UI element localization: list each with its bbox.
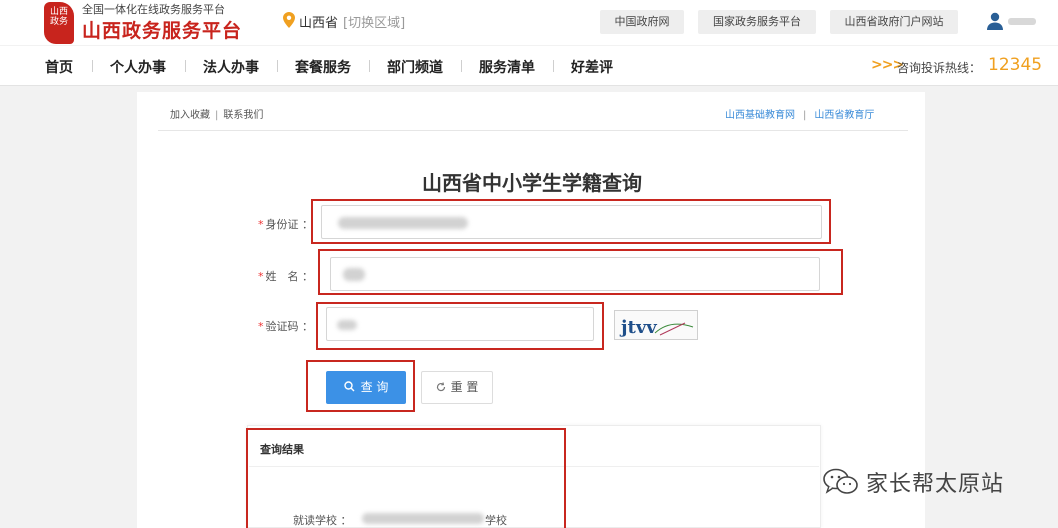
captcha-text: jtvv (619, 317, 657, 338)
subbar-separator: | (803, 110, 807, 121)
highlight-box (318, 249, 843, 295)
subbar-left-links: 加入收藏 | 联系我们 (170, 106, 263, 121)
nav-home[interactable]: 首页 (45, 57, 73, 77)
nav-divider (92, 60, 93, 72)
highlight-box (311, 199, 831, 244)
link-national-service[interactable]: 国家政务服务平台 (698, 10, 816, 34)
refresh-icon (436, 382, 445, 392)
nav-package[interactable]: 套餐服务 (295, 57, 351, 77)
hotline-number: 12345 (988, 55, 1043, 75)
required-mark: * (258, 218, 264, 231)
location-pin-icon (283, 12, 295, 28)
name-label: * 姓 名 ： (258, 268, 313, 284)
switch-region-link[interactable]: [切换区域] (343, 12, 405, 31)
required-mark: * (258, 320, 264, 333)
shanxi-edu-dept-link[interactable]: 山西省教育厅 (814, 110, 874, 121)
user-icon[interactable] (987, 12, 1003, 30)
highlight-box (246, 428, 566, 528)
user-name-redacted[interactable] (1008, 18, 1036, 25)
nav-department[interactable]: 部门频道 (387, 57, 443, 77)
add-favorite-link[interactable]: 加入收藏 (170, 110, 210, 121)
site-logo[interactable]: 山西政务 (44, 2, 74, 44)
required-mark: * (258, 270, 264, 283)
current-province: 山西省 (299, 16, 339, 31)
hotline-label: 咨询投诉热线： (897, 61, 982, 75)
nav-rating[interactable]: 好差评 (571, 57, 613, 77)
nav-personal[interactable]: 个人办事 (110, 57, 166, 77)
logo-seal-text: 山西政务 (50, 7, 69, 27)
captcha-label: * 验证码 ： (258, 318, 313, 334)
subbar-right-links: 山西基础教育网 | 山西省教育厅 (725, 106, 874, 121)
link-china-gov[interactable]: 中国政府网 (600, 10, 684, 34)
captcha-image: jtvv (619, 317, 694, 338)
watermark-text: 家长帮太原站 (866, 472, 1005, 497)
subbar-separator: | (215, 110, 219, 121)
nav-divider (185, 60, 186, 72)
nav-divider (369, 60, 370, 72)
nav-corporate[interactable]: 法人办事 (203, 57, 259, 77)
nav-service-list[interactable]: 服务清单 (479, 57, 535, 77)
top-bar: 山西政务 全国一体化在线政务服务平台 山西政务服务平台 山西省 [切换区域] 中… (0, 0, 1058, 45)
contact-us-link[interactable]: 联系我们 (223, 110, 263, 121)
site-slogan: 全国一体化在线政务服务平台 (82, 3, 225, 16)
wechat-icon (823, 468, 858, 494)
link-shanxi-portal[interactable]: 山西省政府门户网站 (830, 10, 958, 34)
reset-button[interactable]: 重 置 (421, 371, 493, 404)
reset-button-label: 重 置 (450, 380, 479, 394)
site-title[interactable]: 山西政务服务平台 (82, 16, 242, 43)
id-card-label-text: 身份证 ： (265, 218, 314, 231)
nav-divider (553, 60, 554, 72)
highlight-box (316, 302, 604, 350)
captcha-image[interactable]: jtvv (614, 310, 698, 340)
nav-divider (461, 60, 462, 72)
shanxi-basic-edu-link[interactable]: 山西基础教育网 (725, 110, 795, 121)
page-title: 山西省中小学生学籍查询 (422, 171, 642, 195)
nav-divider (277, 60, 278, 72)
name-label-text: 姓 名 ： (265, 270, 314, 283)
highlight-box (306, 360, 415, 412)
id-card-label: * 身份证 ： (258, 216, 313, 232)
divider (158, 130, 908, 131)
main-nav: 首页 个人办事 法人办事 套餐服务 部门频道 服务清单 好差评 >>> 咨询投诉… (0, 46, 1058, 86)
captcha-label-text: 验证码 ： (265, 320, 314, 333)
